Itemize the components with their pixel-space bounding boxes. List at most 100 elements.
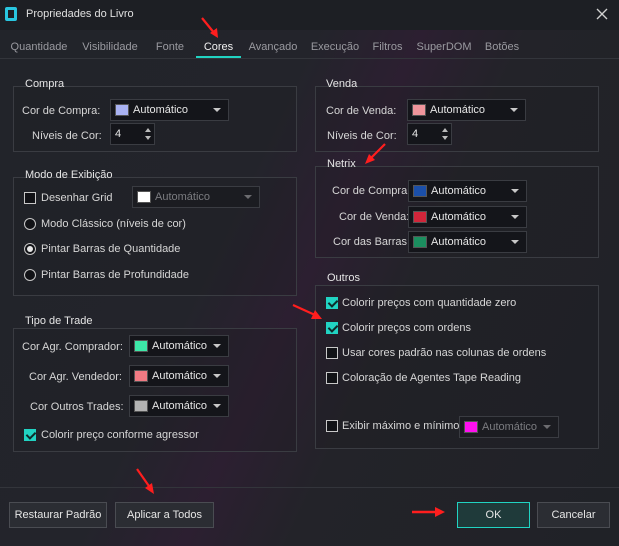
sell-color-swatch	[412, 104, 426, 116]
max-min-color-value: Automático	[482, 421, 538, 433]
seller-color-label: Cor Agr. Vendedor:	[29, 371, 122, 383]
tab-quantidade[interactable]: Quantidade	[9, 36, 69, 58]
annotation-arrow-icon	[412, 507, 445, 517]
depth-bars-radio[interactable]	[24, 269, 36, 281]
netrix-buy-swatch	[413, 185, 427, 197]
others-title: Outros	[327, 272, 361, 284]
chevron-down-icon	[213, 344, 221, 348]
sell-levels-value: 4	[412, 128, 419, 140]
draw-grid-label: Desenhar Grid	[41, 192, 113, 204]
bottom-divider	[0, 487, 619, 488]
zero-quantity-label: Colorir preços com quantidade zero	[342, 297, 517, 309]
chevron-down-icon	[213, 404, 221, 408]
sell-color-label: Cor de Venda:	[326, 105, 397, 117]
annotation-arrow-icon	[136, 468, 154, 494]
buy-color-label: Cor de Compra:	[22, 105, 101, 117]
tape-reading-label: Coloração de Agentes Tape Reading	[342, 372, 521, 384]
chevron-down-icon	[213, 374, 221, 378]
tab-botoes[interactable]: Botões	[483, 36, 521, 58]
tab-execucao[interactable]: Execução	[310, 36, 360, 58]
buy-levels-value: 4	[115, 128, 122, 140]
spin-down-icon[interactable]	[442, 136, 448, 140]
spin-down-icon[interactable]	[145, 136, 151, 140]
buyer-color-combo[interactable]: Automático	[129, 335, 229, 357]
max-min-color-combo[interactable]: Automático	[459, 416, 559, 438]
buy-color-value: Automático	[133, 104, 189, 116]
apply-all-button[interactable]: Aplicar a Todos	[115, 502, 214, 528]
other-trades-combo[interactable]: Automático	[129, 395, 229, 417]
netrix-title: Netrix	[327, 158, 356, 170]
netrix-bars-combo[interactable]: Automático	[408, 231, 527, 253]
other-trades-value: Automático	[152, 400, 208, 412]
buyer-color-value: Automático	[152, 340, 208, 352]
buy-levels-spinbox[interactable]: 4	[110, 123, 155, 145]
other-trades-swatch	[134, 400, 148, 412]
ok-button[interactable]: OK	[457, 502, 530, 528]
max-min-label: Exibir máximo e mínimo	[342, 420, 460, 432]
tab-visibilidade[interactable]: Visibilidade	[79, 36, 141, 58]
cancel-button[interactable]: Cancelar	[537, 502, 610, 528]
max-min-color-swatch	[464, 421, 478, 433]
tab-filtros[interactable]: Filtros	[370, 36, 405, 58]
display-mode-title: Modo de Exibição	[25, 169, 113, 181]
netrix-bars-label: Cor das Barras:	[333, 236, 411, 248]
aggressor-color-checkbox[interactable]	[24, 429, 36, 441]
netrix-sell-swatch	[413, 211, 427, 223]
netrix-buy-value: Automático	[431, 185, 487, 197]
chevron-down-icon	[511, 215, 519, 219]
annotation-arrow-icon	[201, 17, 218, 38]
orders-color-checkbox[interactable]	[326, 322, 338, 334]
classic-mode-radio[interactable]	[24, 218, 36, 230]
grid-color-swatch	[137, 191, 151, 203]
chevron-down-icon	[511, 240, 519, 244]
app-icon	[5, 7, 17, 21]
default-colors-label: Usar cores padrão nas colunas de ordens	[342, 347, 547, 359]
spin-up-icon[interactable]	[442, 128, 448, 132]
window-title: Propriedades do Livro	[26, 8, 134, 20]
chevron-down-icon	[244, 195, 252, 199]
trade-type-title: Tipo de Trade	[25, 315, 93, 327]
properties-window: Propriedades do Livro Quantidade Visibil…	[0, 0, 619, 546]
tab-avancado[interactable]: Avançado	[247, 36, 299, 58]
draw-grid-checkbox[interactable]	[24, 192, 36, 204]
buyer-color-label: Cor Agr. Comprador:	[22, 341, 123, 353]
netrix-sell-combo[interactable]: Automático	[408, 206, 527, 228]
close-icon[interactable]	[594, 6, 610, 22]
tape-reading-checkbox[interactable]	[326, 372, 338, 384]
aggressor-color-label: Colorir preço conforme agressor	[41, 429, 199, 441]
tab-superdom[interactable]: SuperDOM	[416, 36, 472, 58]
buy-levels-label: Níveis de Cor:	[32, 130, 102, 142]
sell-color-combo[interactable]: Automático	[407, 99, 526, 121]
depth-bars-label: Pintar Barras de Profundidade	[41, 269, 189, 281]
sell-levels-spinbox[interactable]: 4	[407, 123, 452, 145]
other-trades-label: Cor Outros Trades:	[30, 401, 124, 413]
netrix-buy-combo[interactable]: Automático	[408, 180, 527, 202]
tab-bar: Quantidade Visibilidade Fonte Cores Avan…	[0, 36, 619, 58]
max-min-checkbox[interactable]	[326, 420, 338, 432]
spin-up-icon[interactable]	[145, 128, 151, 132]
zero-quantity-checkbox[interactable]	[326, 297, 338, 309]
tab-cores[interactable]: Cores	[196, 36, 241, 58]
chevron-down-icon	[213, 108, 221, 112]
seller-color-swatch	[134, 370, 148, 382]
default-colors-checkbox[interactable]	[326, 347, 338, 359]
chevron-down-icon	[510, 108, 518, 112]
tab-divider	[0, 58, 619, 59]
grid-color-combo[interactable]: Automático	[132, 186, 260, 208]
classic-mode-label: Modo Clássico (níveis de cor)	[41, 218, 186, 230]
grid-color-value: Automático	[155, 191, 211, 203]
seller-color-combo[interactable]: Automático	[129, 365, 229, 387]
annotation-arrow-icon	[292, 303, 322, 319]
chevron-down-icon	[511, 189, 519, 193]
title-bar: Propriedades do Livro	[0, 0, 619, 30]
buy-color-swatch	[115, 104, 129, 116]
netrix-sell-label: Cor de Venda:	[339, 211, 410, 223]
quantity-bars-radio[interactable]	[24, 243, 36, 255]
netrix-buy-label: Cor de Compra:	[332, 185, 411, 197]
restore-default-button[interactable]: Restaurar Padrão	[9, 502, 107, 528]
netrix-bars-swatch	[413, 236, 427, 248]
compra-title: Compra	[25, 78, 65, 90]
tab-fonte[interactable]: Fonte	[154, 36, 186, 58]
buy-color-combo[interactable]: Automático	[110, 99, 229, 121]
orders-color-label: Colorir preços com ordens	[342, 322, 471, 334]
